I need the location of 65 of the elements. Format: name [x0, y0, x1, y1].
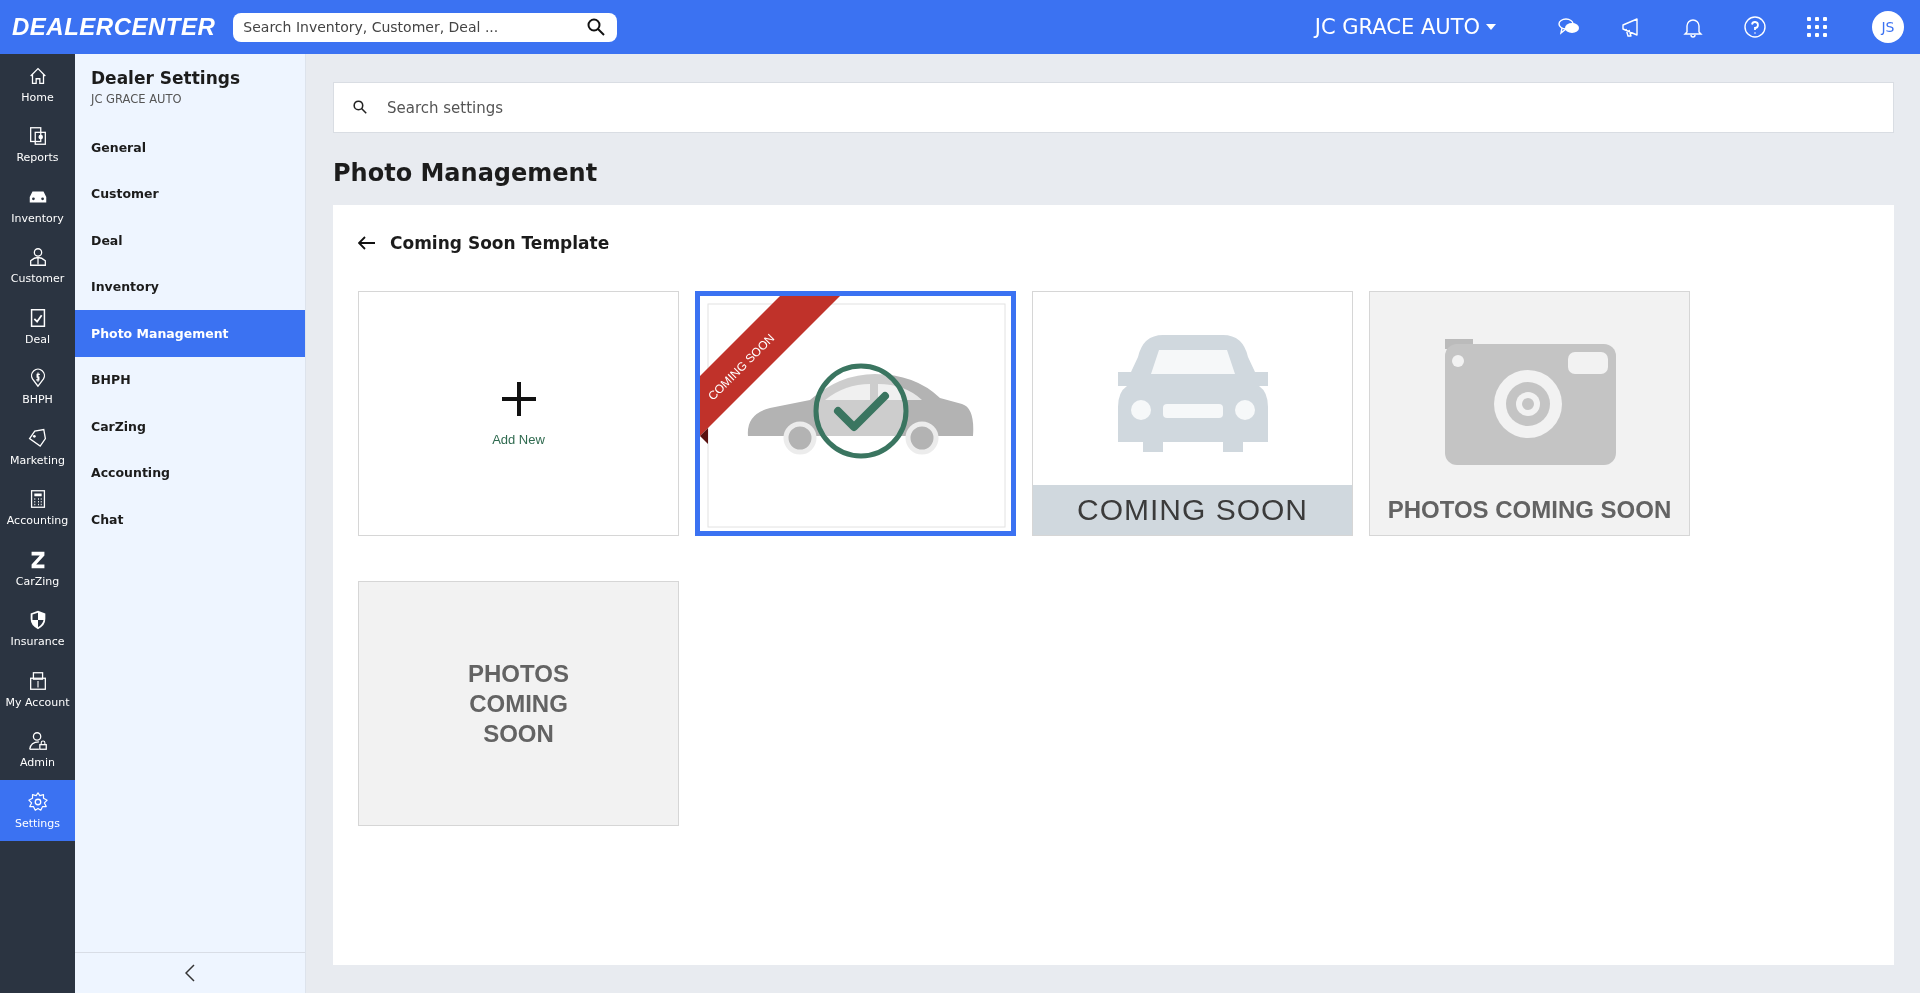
nav-label: Customer — [10, 272, 65, 286]
nav-rail-item[interactable]: Marketing — [0, 417, 75, 478]
person-lock-icon — [26, 730, 49, 753]
template-tile[interactable]: COMING SOON — [1032, 291, 1353, 536]
global-search-field[interactable]: Search Inventory, Customer, Deal ... — [233, 12, 618, 42]
nav-label: Insurance — [10, 635, 65, 649]
car-front-icon — [1118, 335, 1268, 452]
page-title: Photo Management — [333, 159, 599, 187]
sidebar-title: Dealer Settings — [90, 67, 241, 88]
nav-rail-item[interactable]: CarZing — [0, 538, 75, 599]
nav-label: Admin — [19, 756, 56, 770]
help-icon[interactable] — [1743, 15, 1767, 39]
search-icon — [353, 100, 367, 114]
caret-icon — [1486, 24, 1496, 30]
nav-label: Inventory — [11, 211, 64, 225]
sidebar-item[interactable]: CarZing — [75, 403, 305, 450]
nav-rail-item[interactable]: My Account — [0, 659, 75, 720]
nav-label: CarZing — [15, 574, 60, 588]
nav-rail-item[interactable]: Deal — [0, 296, 75, 357]
nav-label: BHPH — [22, 393, 53, 407]
sidebar-item[interactable]: Chat — [75, 496, 305, 543]
check-circle-icon — [813, 363, 909, 459]
nav-rail-item[interactable]: Insurance — [0, 598, 75, 659]
sidebar-item[interactable]: General — [75, 124, 305, 171]
nav-label: Reports — [16, 151, 59, 165]
gear-icon — [26, 790, 49, 813]
logo[interactable]: DEALERCENTER — [12, 13, 216, 41]
back-arrow-icon[interactable] — [358, 236, 376, 250]
sidebar-item[interactable]: Photo Management — [75, 310, 305, 357]
nav-label: Settings — [14, 816, 61, 830]
nav-rail-item[interactable]: Customer — [0, 235, 75, 296]
nav-rail-item[interactable]: BHPH — [0, 356, 75, 417]
section-title: Coming Soon Template — [390, 233, 610, 253]
sidebar-item[interactable]: BHPH — [75, 356, 305, 403]
sidebar-item[interactable]: Accounting — [75, 449, 305, 496]
dealer-dropdown[interactable]: JC GRACE AUTO — [1308, 14, 1502, 40]
nav-rail-item[interactable]: Home — [0, 54, 75, 115]
nav-label: Home — [21, 90, 54, 104]
user-avatar[interactable]: JS — [1872, 11, 1904, 43]
nav-label: Deal — [24, 332, 50, 346]
nav-rail-item[interactable]: Reports — [0, 114, 75, 175]
collapse-chevron-icon[interactable] — [185, 964, 195, 982]
tag-icon — [26, 427, 49, 450]
search-icon[interactable] — [587, 17, 606, 36]
template-caption: COMING SOON — [1033, 485, 1352, 535]
template-tile[interactable]: PHOTOS COMING SOON — [1369, 291, 1690, 536]
template-tile[interactable]: PHOTOS COMING SOON — [358, 581, 679, 826]
nav-label: Accounting — [6, 514, 69, 528]
nav-rail-item[interactable]: Admin — [0, 719, 75, 780]
sidebar-item[interactable]: Inventory — [75, 263, 305, 310]
add-new-button[interactable]: Add New — [358, 291, 679, 536]
sidebar-item[interactable]: Customer — [75, 170, 305, 217]
camera-icon — [1445, 339, 1616, 465]
nav-label: Marketing — [10, 453, 65, 467]
nav-rail-item[interactable]: Settings — [0, 780, 75, 841]
template-caption: PHOTOS COMING SOON — [468, 658, 569, 749]
nav-rail-item[interactable]: Accounting — [0, 477, 75, 538]
sidebar-item[interactable]: Deal — [75, 217, 305, 264]
nav-rail-item[interactable]: Inventory — [0, 175, 75, 236]
sidebar-subtitle: JC GRACE AUTO — [89, 91, 183, 108]
plus-icon — [499, 380, 538, 418]
template-caption: PHOTOS COMING SOON — [1386, 495, 1673, 525]
apps-grid-icon[interactable] — [1805, 15, 1829, 39]
nav-label: My Account — [5, 695, 70, 709]
settings-search-field[interactable]: Search settings — [333, 82, 1894, 133]
